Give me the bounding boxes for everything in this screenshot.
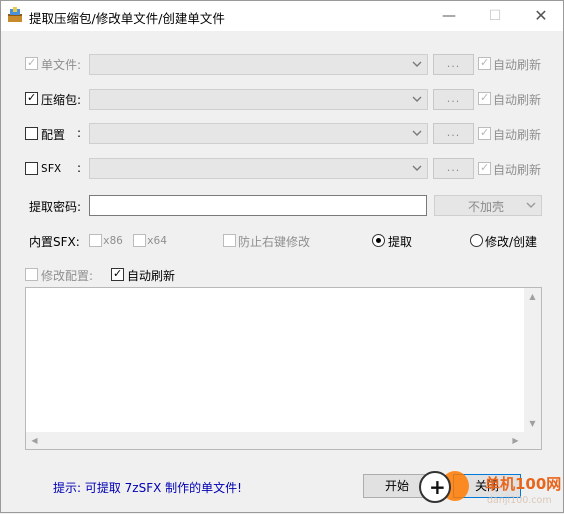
chevron-down-icon [412,96,422,102]
single-file-auto-refresh-checkbox[interactable]: ✓ [478,56,491,70]
modify-config-label: 修改配置: [41,269,94,283]
horizontal-scrollbar[interactable]: ◀ ▶ [26,432,524,449]
check-icon: ✓ [480,91,490,104]
scroll-left-icon[interactable]: ◀ [26,432,43,449]
close-window-button[interactable]: ✕ [519,1,563,31]
scroll-right-icon[interactable]: ▶ [507,432,524,449]
single-file-browse-button[interactable]: ... [433,54,474,75]
archive-app-icon [8,7,22,22]
sfx-colon: : [77,161,82,175]
sfx-auto-refresh-checkbox[interactable]: ✓ [478,161,491,175]
modify-create-radio[interactable] [470,234,483,247]
site-watermark: + 单机100网 danji100.com [419,467,564,514]
archive-label: 压缩包: [41,93,82,107]
builtin-sfx-label: 内置SFX: [29,235,80,249]
scroll-up-icon[interactable]: ▲ [524,288,541,305]
password-label: 提取密码: [29,200,82,214]
config-combo[interactable] [89,123,428,144]
sfx-label: SFX [41,162,61,175]
plus-icon: + [429,475,446,499]
modify-create-radio-label: 修改/创建 [485,235,538,249]
x86-label: x86 [103,234,123,247]
sfx-combo[interactable] [89,158,428,179]
config-label: 配置 [41,128,66,142]
x64-label: x64 [147,234,167,247]
check-icon: ✓ [480,126,490,139]
scrollbar-corner [524,432,541,449]
single-file-checkbox[interactable]: ✓ [25,56,38,70]
chevron-down-icon [412,130,422,136]
sfx-auto-refresh-label: 自动刷新 [493,163,542,177]
check-icon: ✓ [480,56,490,69]
watermark-plus-circle: + [419,471,451,503]
archive-auto-refresh-label: 自动刷新 [493,93,542,107]
maximize-button[interactable]: ☐ [473,1,517,31]
main-window: 提取压缩包/修改单文件/创建单文件 — ☐ ✕ ✓ 单文件: ... ✓ 自动刷… [0,0,564,513]
single-file-combo[interactable] [89,54,428,75]
shell-select[interactable]: 不加壳 [434,195,542,216]
radio-dot-icon [376,238,381,243]
config-browse-button[interactable]: ... [433,123,474,144]
modify-config-checkbox[interactable] [25,268,38,281]
prevent-modify-checkbox[interactable] [223,234,236,247]
chevron-down-icon [412,165,422,171]
password-input[interactable] [89,195,427,216]
archive-browse-button[interactable]: ... [433,89,474,110]
archive-auto-refresh-checkbox[interactable]: ✓ [478,91,491,105]
extract-radio-label: 提取 [388,235,413,249]
check-icon: ✓ [27,56,37,69]
config-colon: : [77,126,82,140]
x86-checkbox[interactable] [89,234,102,247]
watermark-url: danji100.com [487,495,552,506]
hint-text: 提示: 可提取 7zSFX 制作的单文件! [53,481,242,495]
x64-checkbox[interactable] [133,234,146,247]
title-bar: 提取压缩包/修改单文件/创建单文件 — ☐ ✕ [1,1,563,31]
check-icon: ✓ [480,161,490,174]
single-file-label: 单文件: [41,58,82,72]
archive-combo[interactable] [89,89,428,110]
single-file-auto-refresh-label: 自动刷新 [493,58,542,72]
window-title: 提取压缩包/修改单文件/创建单文件 [29,11,225,26]
sfx-checkbox[interactable] [25,162,38,175]
config-checkbox[interactable] [25,127,38,140]
config-auto-refresh-label: 自动刷新 [493,128,542,142]
config-auto-refresh-main-label: 自动刷新 [127,269,176,283]
vertical-scrollbar[interactable]: ▲ ▼ [524,288,541,432]
chevron-down-icon [526,202,536,208]
minimize-button[interactable]: — [427,1,471,31]
archive-checkbox[interactable]: ✓ [25,91,38,105]
scroll-down-icon[interactable]: ▼ [524,415,541,432]
shell-select-value: 不加壳 [468,200,505,214]
check-icon: ✓ [27,91,37,104]
check-icon: ✓ [113,267,123,280]
extract-radio[interactable] [372,234,385,247]
sfx-browse-button[interactable]: ... [433,158,474,179]
chevron-down-icon [412,61,422,67]
config-text-area[interactable]: ▲ ▼ ◀ ▶ [25,287,542,450]
prevent-modify-label: 防止右键修改 [238,235,311,249]
watermark-brand: 单机100网 [485,475,562,493]
config-auto-refresh-main-checkbox[interactable]: ✓ [111,267,124,281]
config-auto-refresh-checkbox[interactable]: ✓ [478,126,491,140]
